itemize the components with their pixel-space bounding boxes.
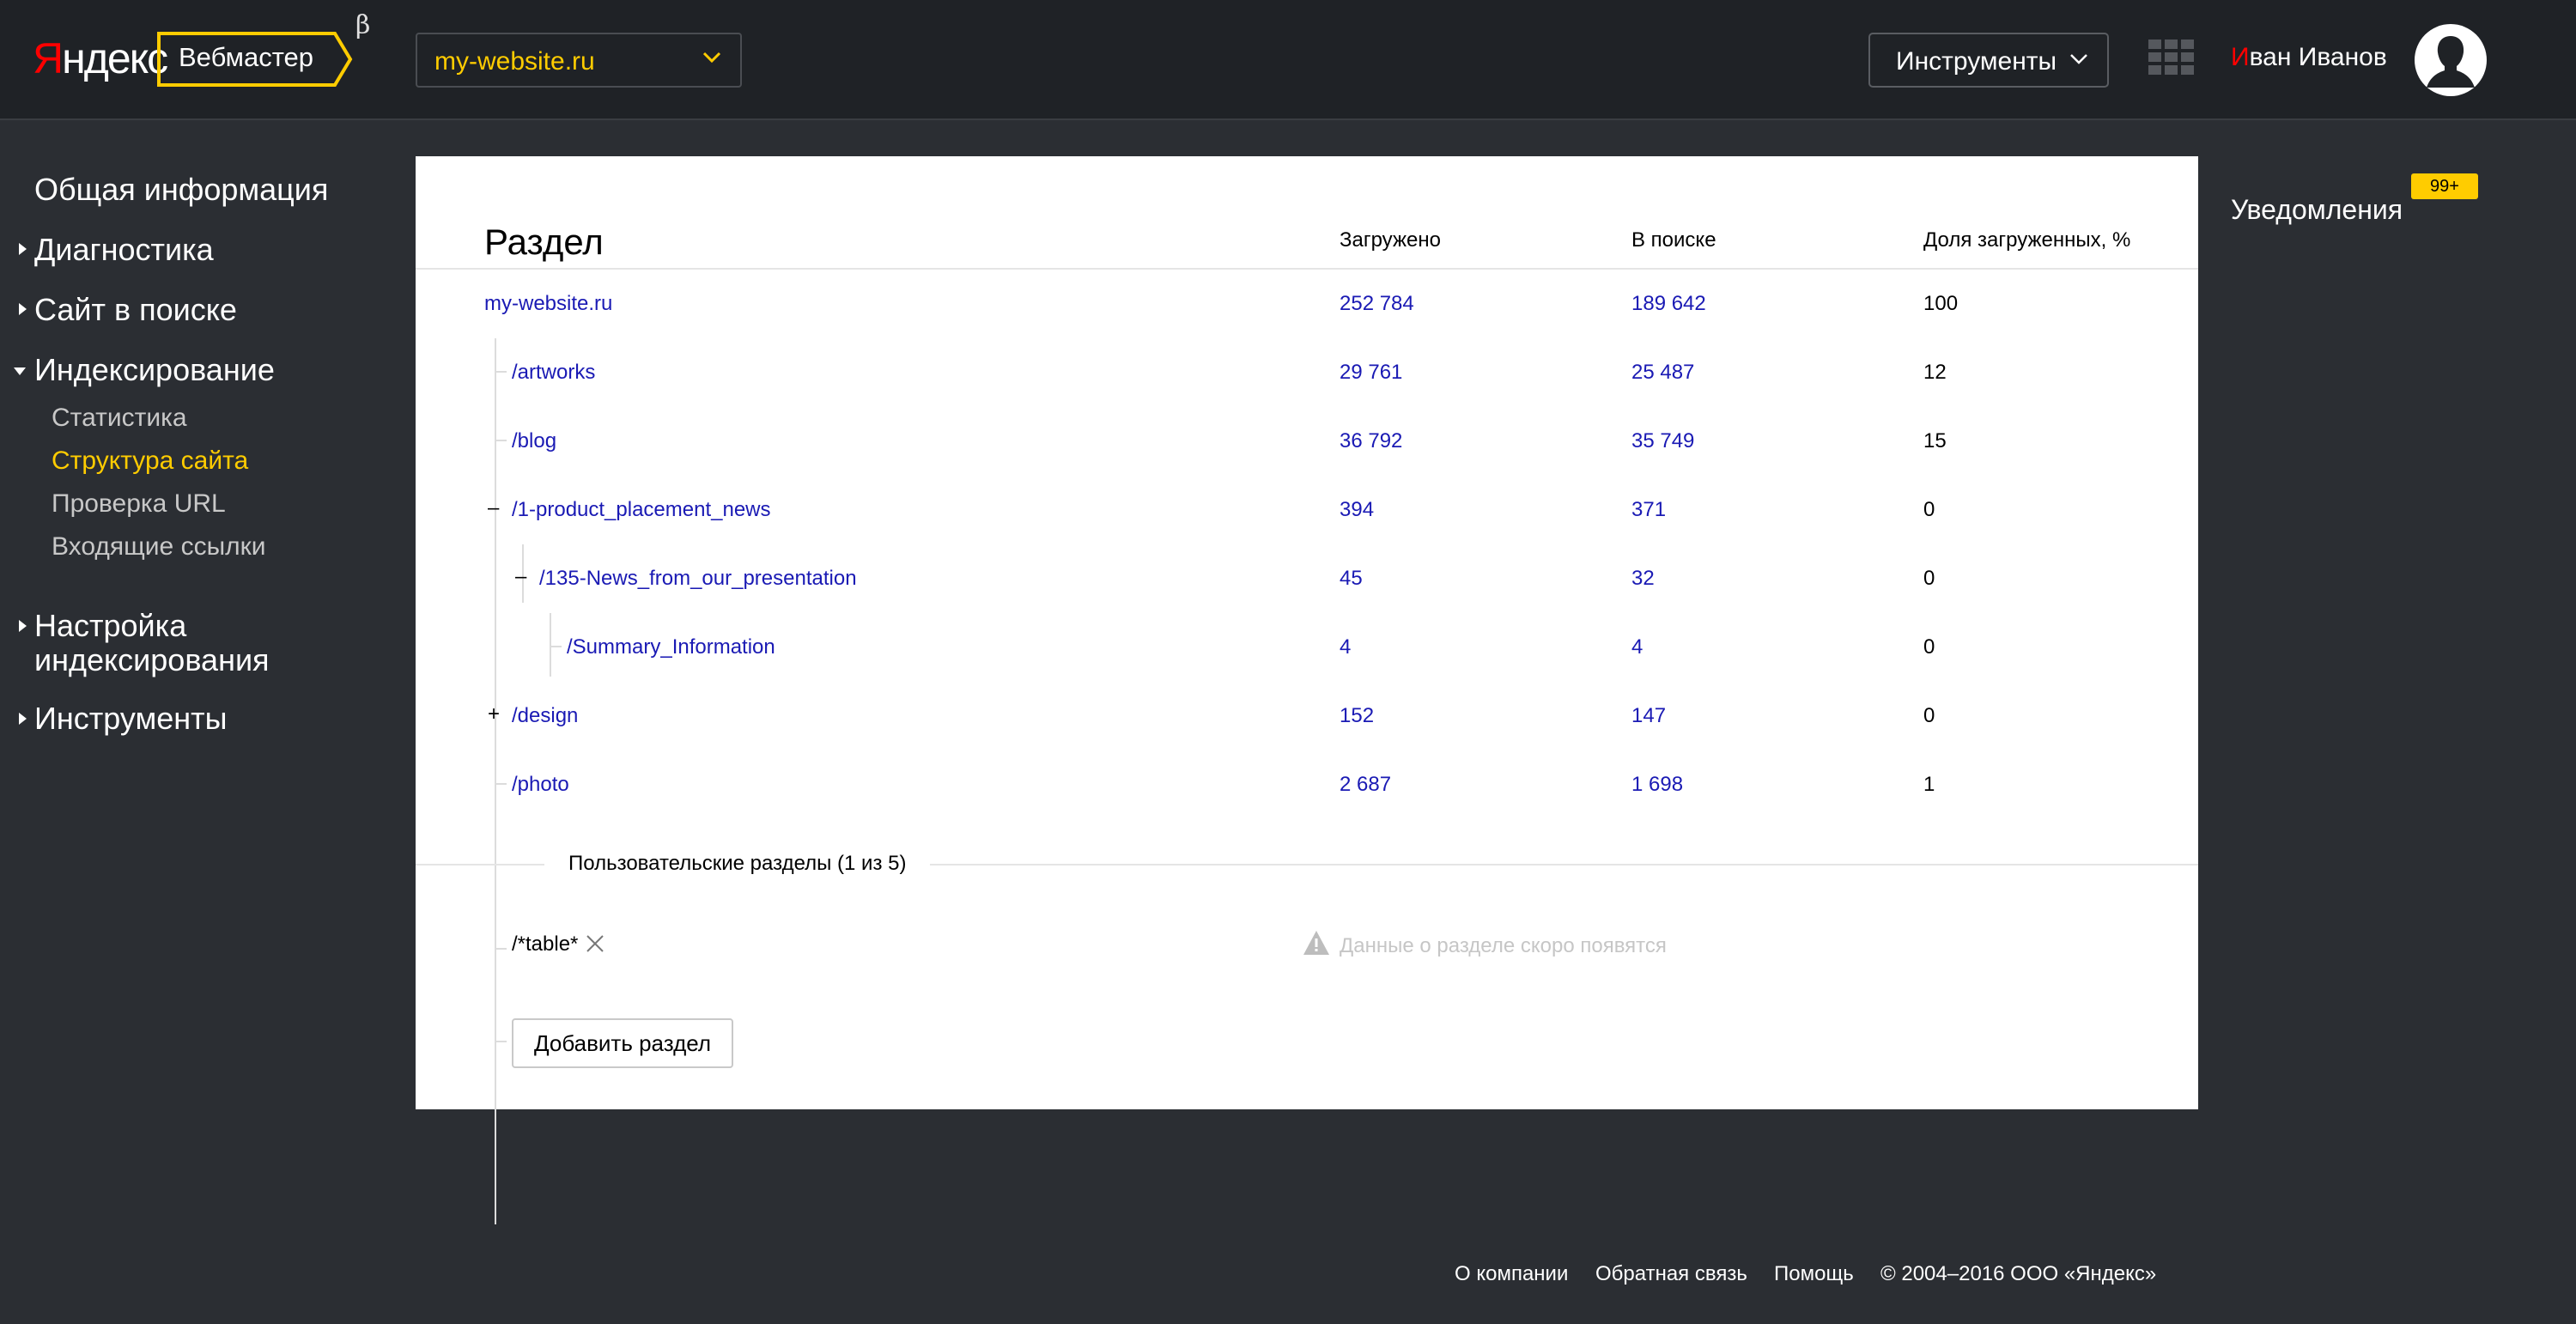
- row-in-search-value[interactable]: 25 487: [1631, 361, 1694, 385]
- sidebar-item-indexing[interactable]: Индексирование: [34, 352, 275, 388]
- collapse-toggle[interactable]: –: [515, 567, 526, 587]
- sidebar-item-site-in-search[interactable]: Сайт в поиске: [34, 292, 237, 328]
- caret-right-icon: [19, 303, 27, 315]
- row-in-search-value[interactable]: 32: [1631, 567, 1655, 591]
- site-selector-value: my-website.ru: [434, 47, 595, 76]
- tree-tick: [495, 440, 507, 441]
- site-structure-panel: Раздел Загружено В поиске Доля загруженн…: [416, 156, 2198, 1224]
- tree-tick: [495, 371, 507, 373]
- tree-tick: [495, 783, 507, 785]
- tree-tick: [495, 1041, 507, 1042]
- product-name: Вебмастер: [179, 42, 314, 72]
- row-loaded-value[interactable]: 2 687: [1340, 773, 1391, 797]
- custom-section-pattern: /*table*: [512, 932, 579, 956]
- column-header-loaded: Загружено: [1340, 228, 1441, 252]
- user-name[interactable]: Иван Иванов: [2231, 43, 2387, 72]
- row-share-value: 12: [1923, 361, 1947, 384]
- caret-right-icon: [19, 713, 27, 725]
- row-loaded-value[interactable]: 45: [1340, 567, 1363, 591]
- table-title: Раздел: [484, 222, 604, 262]
- tools-menu-button[interactable]: Инструменты: [1868, 33, 2109, 88]
- footer-copyright: © 2004–2016 ООО «Яндекс»: [1880, 1262, 2157, 1285]
- caret-right-icon: [19, 620, 27, 632]
- top-header: Яндекс Вебмастер β my-website.ru Инструм…: [0, 0, 2576, 120]
- row-section-link[interactable]: /135-News_from_our_presentation: [539, 567, 857, 591]
- add-section-button[interactable]: Добавить раздел: [512, 1018, 733, 1068]
- row-share-value: 100: [1923, 292, 1959, 315]
- footer-link-feedback[interactable]: Обратная связь: [1595, 1262, 1747, 1286]
- header-divider: [416, 268, 2198, 270]
- sidebar-subitem-url-check[interactable]: Проверка URL: [52, 489, 226, 519]
- sidebar-subitem-site-structure[interactable]: Структура сайта: [52, 446, 248, 476]
- footer-link-about[interactable]: О компании: [1455, 1262, 1568, 1286]
- logo-first-letter: Я: [33, 34, 64, 82]
- row-loaded-value[interactable]: 252 784: [1340, 292, 1414, 316]
- custom-sections-label: Пользовательские разделы (1 из 5): [544, 852, 931, 876]
- row-in-search-value[interactable]: 371: [1631, 498, 1666, 522]
- column-header-share: Доля загруженных, %: [1923, 228, 2131, 252]
- sidebar-subitem-statistics[interactable]: Статистика: [52, 404, 187, 433]
- expand-toggle[interactable]: +: [488, 704, 500, 725]
- sidebar-item-tools[interactable]: Инструменты: [34, 701, 227, 737]
- tree-line-level3: [550, 613, 551, 677]
- yandex-logo[interactable]: Яндекс: [33, 31, 168, 86]
- user-name-rest: ван Иванов: [2249, 43, 2387, 71]
- close-icon[interactable]: [586, 934, 605, 953]
- site-selector[interactable]: my-website.ru: [416, 33, 742, 88]
- tree-tick: [550, 646, 562, 647]
- row-loaded-value[interactable]: 152: [1340, 704, 1374, 728]
- footer-link-help[interactable]: Помощь: [1774, 1262, 1854, 1286]
- sidebar-item-indexing-settings-line2[interactable]: индексирования: [34, 642, 270, 678]
- sidebar-item-indexing-settings[interactable]: Настройка: [34, 608, 186, 644]
- row-section-link[interactable]: /artworks: [512, 361, 595, 385]
- tree-tick: [495, 948, 507, 950]
- row-section-link[interactable]: /design: [512, 704, 578, 728]
- user-avatar-icon: [2427, 36, 2475, 88]
- notifications-badge: 99+: [2411, 173, 2478, 199]
- row-share-value: 0: [1923, 704, 1935, 727]
- row-share-value: 0: [1923, 498, 1935, 521]
- avatar[interactable]: [2415, 24, 2487, 96]
- row-section-link[interactable]: /blog: [512, 429, 556, 453]
- row-share-value: 0: [1923, 635, 1935, 659]
- row-section-link[interactable]: /photo: [512, 773, 569, 797]
- chevron-down-icon: [702, 52, 721, 64]
- notifications-title[interactable]: Уведомления: [2231, 194, 2403, 226]
- row-section-link[interactable]: /Summary_Information: [567, 635, 775, 659]
- row-in-search-value[interactable]: 1 698: [1631, 773, 1683, 797]
- row-share-value: 15: [1923, 429, 1947, 452]
- user-name-first-letter: И: [2231, 43, 2250, 71]
- sidebar-item-overview[interactable]: Общая информация: [34, 172, 328, 208]
- row-in-search-value[interactable]: 189 642: [1631, 292, 1706, 316]
- custom-section-status: Данные о разделе скоро появятся: [1340, 934, 1667, 957]
- caret-right-icon: [19, 243, 27, 255]
- warning-icon: [1303, 931, 1329, 955]
- chevron-down-icon: [2070, 54, 2087, 64]
- row-section-link[interactable]: /1-product_placement_news: [512, 498, 771, 522]
- row-section-link[interactable]: my-website.ru: [484, 292, 612, 316]
- beta-mark: β: [355, 10, 371, 40]
- tree-line-main: [495, 338, 496, 1224]
- sidebar-item-diagnostics[interactable]: Диагностика: [34, 232, 214, 268]
- caret-down-icon: [14, 367, 26, 375]
- grid-icon[interactable]: [2148, 39, 2195, 76]
- row-loaded-value[interactable]: 29 761: [1340, 361, 1402, 385]
- collapse-toggle[interactable]: –: [488, 498, 499, 519]
- row-loaded-value[interactable]: 36 792: [1340, 429, 1402, 453]
- row-loaded-value[interactable]: 4: [1340, 635, 1351, 659]
- row-share-value: 0: [1923, 567, 1935, 590]
- tools-menu-label: Инструменты: [1896, 47, 2057, 76]
- row-loaded-value[interactable]: 394: [1340, 498, 1374, 522]
- row-in-search-value[interactable]: 35 749: [1631, 429, 1694, 453]
- row-in-search-value[interactable]: 147: [1631, 704, 1666, 728]
- row-share-value: 1: [1923, 773, 1935, 796]
- logo-rest: ндекс: [62, 34, 168, 82]
- sidebar-subitem-incoming-links[interactable]: Входящие ссылки: [52, 532, 266, 562]
- column-header-in-search: В поиске: [1631, 228, 1716, 252]
- row-in-search-value[interactable]: 4: [1631, 635, 1643, 659]
